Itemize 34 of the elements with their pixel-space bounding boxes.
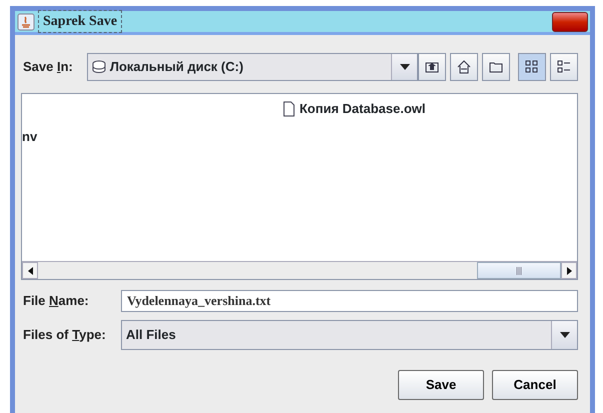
- save-in-dropdown[interactable]: Локальный диск (C:): [86, 53, 418, 81]
- horizontal-scrollbar[interactable]: [22, 261, 577, 279]
- close-button[interactable]: [552, 12, 588, 32]
- left-arrow-icon: [28, 266, 32, 274]
- scroll-thumb[interactable]: [477, 262, 561, 279]
- save-in-value: Локальный диск (C:): [110, 58, 244, 76]
- file-list[interactable]: Копия Database.owl nv: [21, 93, 578, 280]
- dropdown-arrow-icon: [400, 64, 410, 70]
- scroll-right-button[interactable]: [561, 262, 577, 279]
- app-icon: [17, 12, 35, 30]
- save-button[interactable]: Save: [398, 370, 484, 400]
- grip-icon: [516, 266, 522, 274]
- file-name-label: File Name:: [23, 292, 90, 310]
- cancel-button[interactable]: Cancel: [492, 370, 578, 400]
- toolbar-button[interactable]: [482, 53, 510, 81]
- file-type-value: All Files: [126, 326, 176, 344]
- details-view-icon: [556, 59, 572, 75]
- toolbar-button[interactable]: [550, 53, 578, 81]
- toolbar-button[interactable]: [450, 53, 478, 81]
- right-arrow-icon: [566, 266, 572, 274]
- file-item[interactable]: nv: [22, 128, 38, 144]
- file-item[interactable]: Копия Database.owl: [299, 99, 426, 118]
- toolbar-button[interactable]: [418, 53, 446, 81]
- window-title: Saprek Save: [38, 10, 122, 33]
- file-type-dropdown[interactable]: All Files: [121, 320, 578, 350]
- save-in-label: Save In:: [23, 58, 74, 76]
- file-name-field[interactable]: Vydelennaya_vershina.txt: [121, 290, 578, 312]
- home-icon: [456, 59, 472, 75]
- file-icon: [283, 100, 296, 117]
- toolbar-button[interactable]: [518, 53, 546, 81]
- scroll-left-button[interactable]: [22, 262, 38, 279]
- dropdown-arrow-icon: [560, 332, 570, 338]
- list-view-icon: [524, 59, 540, 75]
- file-type-label: Files of Type:: [23, 326, 107, 344]
